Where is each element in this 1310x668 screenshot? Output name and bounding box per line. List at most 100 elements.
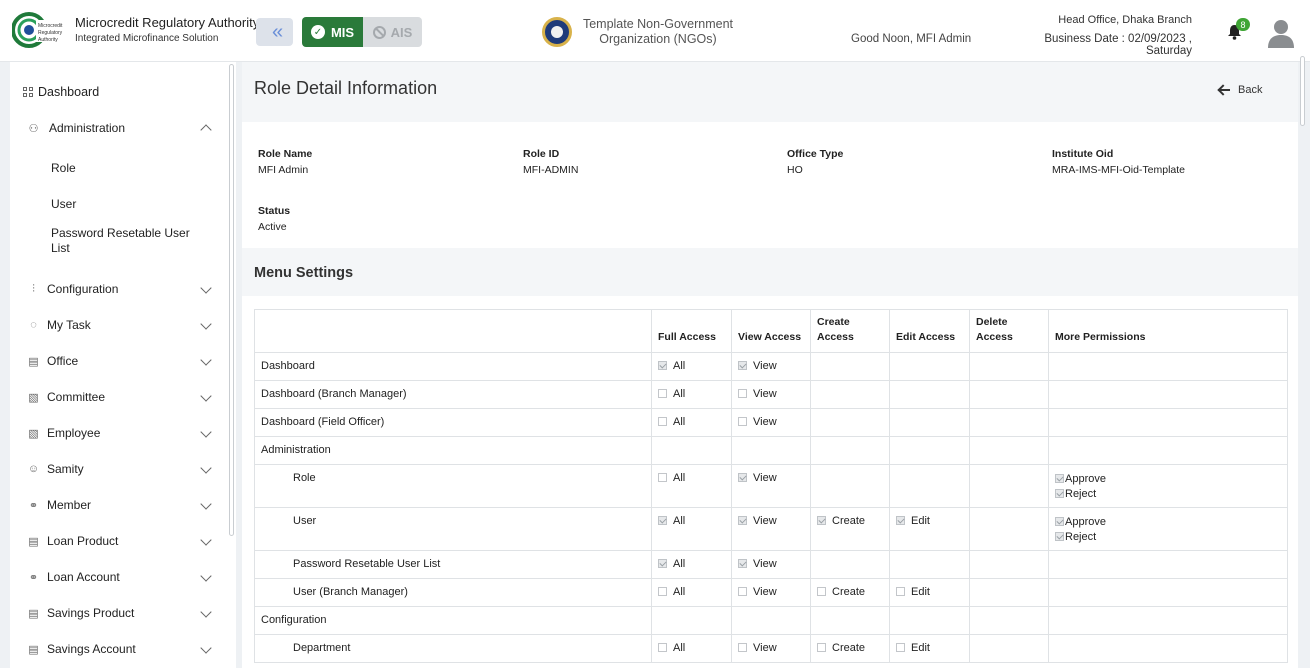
- status-value: Active: [258, 221, 287, 233]
- approve-label: Approve: [1065, 473, 1106, 485]
- all-checkbox[interactable]: [658, 473, 667, 482]
- admin-icon: ⚇: [28, 122, 39, 135]
- sidebar-item-my-task[interactable]: ◌ My Task: [10, 313, 236, 337]
- user-avatar-icon[interactable]: [1267, 18, 1295, 48]
- page-title: Role Detail Information: [254, 78, 438, 98]
- chevron-down-icon: [200, 389, 212, 402]
- more-permissions-cell: [1048, 550, 1288, 579]
- double-chevron-left-icon: «: [271, 20, 283, 43]
- sidebar-subitem-user[interactable]: User: [51, 197, 201, 212]
- view-checkbox[interactable]: [738, 559, 747, 568]
- view-checkbox[interactable]: [738, 389, 747, 398]
- sidebar-subitem-password-resetable[interactable]: Password Resetable User List: [51, 226, 201, 256]
- empty-cell: [810, 464, 890, 508]
- empty-cell: [731, 436, 811, 465]
- reject-checkbox[interactable]: [1055, 489, 1064, 498]
- table-row: Department All View Create Edit: [254, 634, 1288, 663]
- sidebar-item-label: Loan Product: [47, 534, 119, 548]
- sidebar-item-loan-account[interactable]: ⚭ Loan Account: [10, 565, 236, 589]
- main-scrollbar[interactable]: [1300, 56, 1305, 126]
- all-checkbox[interactable]: [658, 587, 667, 596]
- table-row: Administration: [254, 436, 1288, 465]
- sidebar-item-loan-product[interactable]: ▤ Loan Product: [10, 529, 236, 553]
- sidebar-item-administration[interactable]: ⚇ Administration: [10, 116, 236, 140]
- view-checkbox[interactable]: [738, 417, 747, 426]
- delete-access-cell: [969, 507, 1049, 551]
- approve-checkbox[interactable]: [1055, 474, 1064, 483]
- more-permissions-cell: Approve Reject: [1048, 464, 1288, 508]
- view-checkbox[interactable]: [738, 643, 747, 652]
- all-label: All: [673, 416, 686, 428]
- sidebar-item-samity[interactable]: ☺ Samity: [10, 457, 236, 481]
- edit-checkbox[interactable]: [896, 587, 905, 596]
- reject-label: Reject: [1065, 488, 1097, 500]
- empty-cell: [889, 464, 970, 508]
- sidebar-item-label: Samity: [47, 462, 84, 476]
- loan-account-icon: ⚭: [28, 571, 39, 584]
- reject-label: Reject: [1065, 531, 1097, 543]
- sidebar-scrollbar[interactable]: [229, 64, 234, 536]
- edit-checkbox[interactable]: [896, 643, 905, 652]
- all-access-cell: All: [651, 408, 732, 437]
- view-label: View: [753, 586, 777, 598]
- view-label: View: [753, 416, 777, 428]
- all-checkbox[interactable]: [658, 643, 667, 652]
- create-checkbox[interactable]: [817, 643, 826, 652]
- view-access-cell: View: [731, 380, 811, 409]
- sidebar-item-savings-product[interactable]: ▤ Savings Product: [10, 601, 236, 625]
- sidebar-item-dashboard[interactable]: Dashboard: [10, 80, 236, 104]
- all-checkbox[interactable]: [658, 559, 667, 568]
- empty-cell: [810, 436, 890, 465]
- more-permissions-cell: [1048, 578, 1288, 607]
- notification-badge: 8: [1236, 18, 1250, 31]
- view-access-cell: View: [731, 550, 811, 579]
- more-permissions-cell: [1048, 352, 1288, 381]
- table-row: User (Branch Manager) All View Create Edit: [254, 578, 1288, 607]
- role-info-card: Role Name MFI Admin Role ID MFI-ADMIN Of…: [242, 122, 1298, 248]
- view-checkbox[interactable]: [738, 516, 747, 525]
- reject-checkbox[interactable]: [1055, 532, 1064, 541]
- samity-icon: ☺: [27, 463, 40, 475]
- chevron-down-icon: [200, 605, 212, 618]
- create-checkbox[interactable]: [817, 516, 826, 525]
- mode-ais-button[interactable]: AIS: [363, 17, 422, 47]
- employee-icon: ▧: [28, 427, 39, 440]
- sidebar-item-committee[interactable]: ▧ Committee: [10, 385, 236, 409]
- sidebar-item-configuration[interactable]: ⫶ Configuration: [10, 277, 236, 301]
- empty-cell: [810, 380, 890, 409]
- all-checkbox[interactable]: [658, 389, 667, 398]
- view-label: View: [753, 642, 777, 654]
- org-seal-icon: [542, 17, 572, 47]
- view-access-cell: View: [731, 507, 811, 551]
- task-icon: ◌: [30, 319, 37, 331]
- sidebar-item-office[interactable]: ▤ Office: [10, 349, 236, 373]
- back-button[interactable]: Back: [1218, 82, 1262, 98]
- table-body: Dashboard All View Dashboard (Branch Manage…: [254, 352, 1288, 663]
- sidebar-item-label: Administration: [49, 121, 126, 135]
- collapse-sidebar-button[interactable]: «: [256, 18, 293, 46]
- view-checkbox[interactable]: [738, 361, 747, 370]
- edit-access-cell: Edit: [889, 507, 970, 551]
- edit-checkbox[interactable]: [896, 516, 905, 525]
- mode-mis-button[interactable]: ✓ MIS: [302, 17, 363, 47]
- sidebar-item-member[interactable]: ⚭ Member: [10, 493, 236, 517]
- sidebar-item-employee[interactable]: ▧ Employee: [10, 421, 236, 445]
- svg-text:Microcredit: Microcredit: [38, 23, 63, 29]
- create-checkbox[interactable]: [817, 587, 826, 596]
- office-type-label: Office Type: [787, 148, 844, 160]
- sidebar-item-savings-account[interactable]: ▤ Savings Account: [10, 637, 236, 661]
- view-checkbox[interactable]: [738, 473, 747, 482]
- delete-access-cell: [969, 380, 1049, 409]
- empty-cell: [1048, 606, 1288, 635]
- all-checkbox[interactable]: [658, 516, 667, 525]
- menu-name: Dashboard (Branch Manager): [261, 388, 407, 400]
- chevron-down-icon: [200, 353, 212, 366]
- view-access-cell: View: [731, 352, 811, 381]
- top-header: Microcredit Regulatory Authority Microcr…: [0, 0, 1310, 62]
- view-checkbox[interactable]: [738, 587, 747, 596]
- all-checkbox[interactable]: [658, 417, 667, 426]
- chevron-down-icon: [200, 461, 212, 474]
- sidebar-subitem-role[interactable]: Role: [51, 161, 201, 176]
- approve-checkbox[interactable]: [1055, 517, 1064, 526]
- all-checkbox[interactable]: [658, 361, 667, 370]
